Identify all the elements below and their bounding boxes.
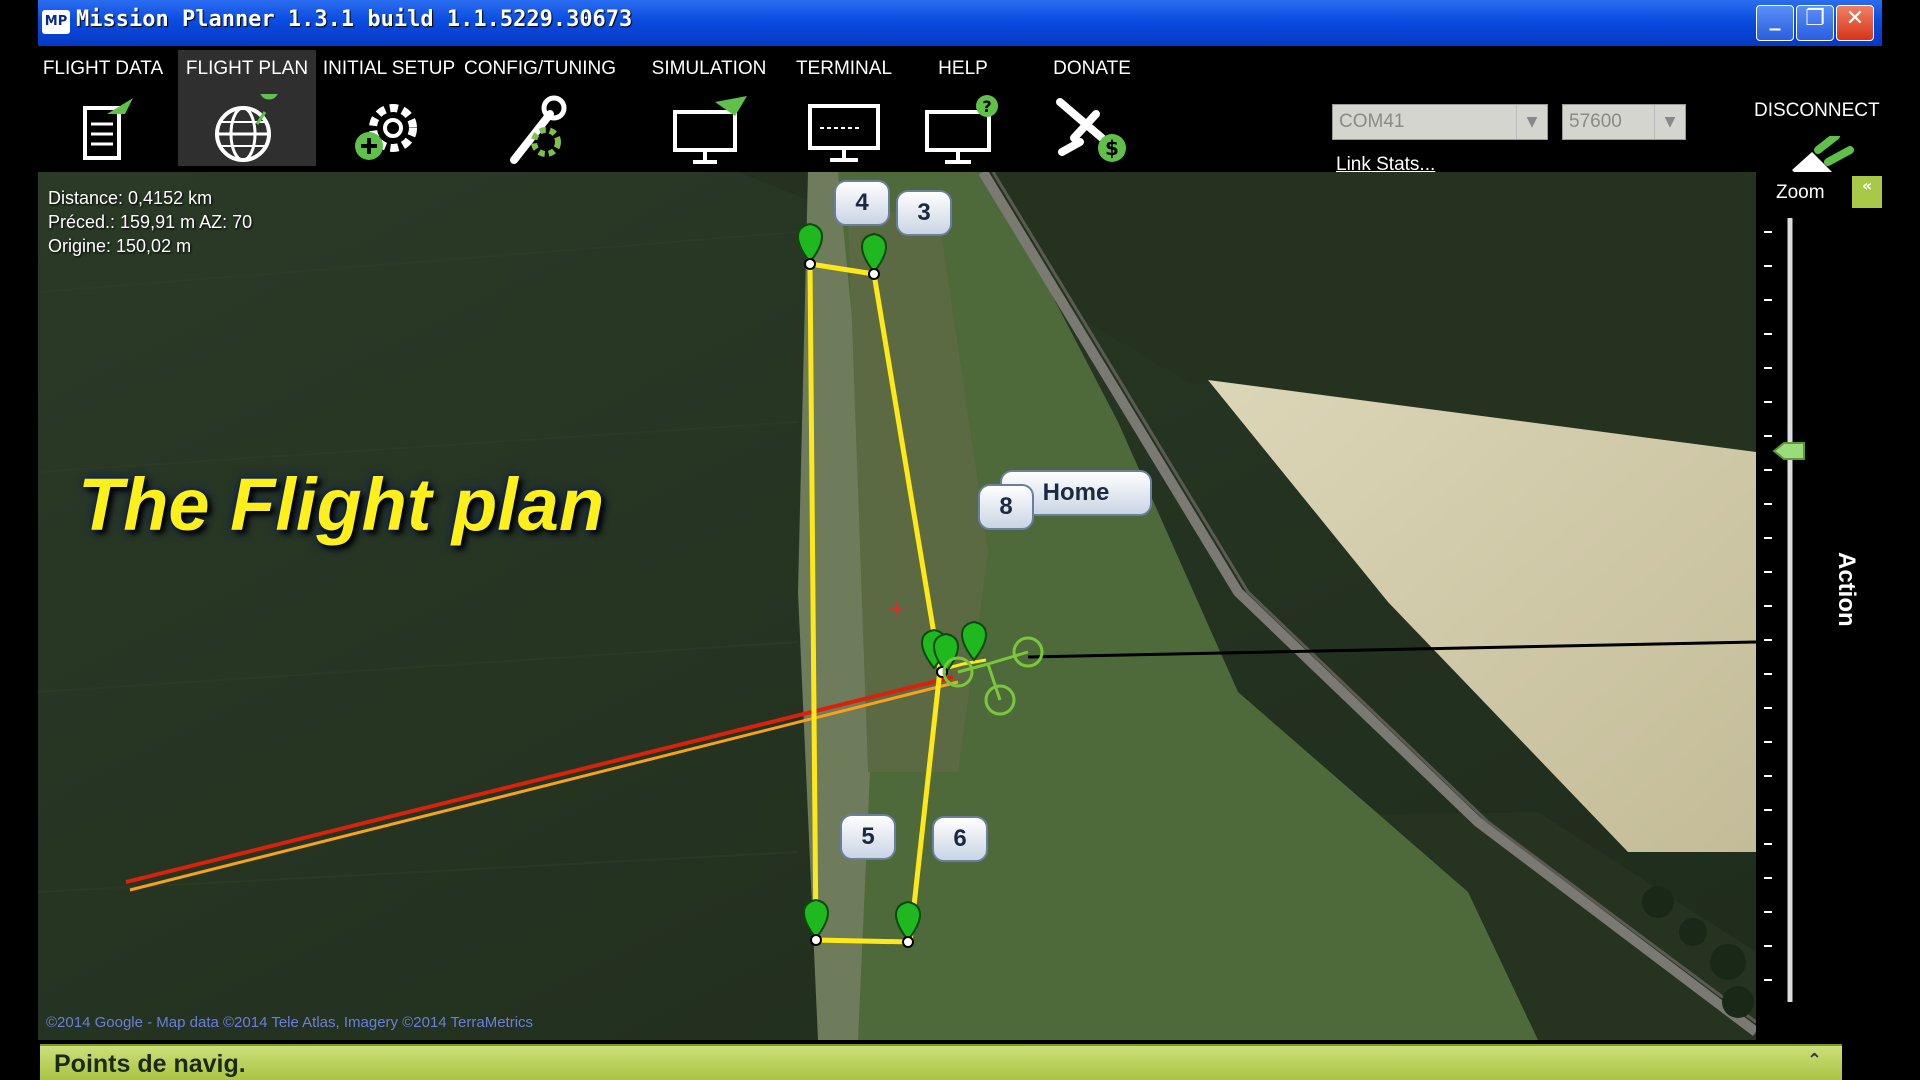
title-bar: MP Mission Planner 1.3.1 build 1.1.5229.… (38, 0, 1882, 46)
menu-help[interactable]: HELP ? (908, 50, 1018, 166)
mission-planner-window: MP Mission Planner 1.3.1 build 1.1.5229.… (38, 0, 1882, 1080)
menu-flight-data[interactable]: FLIGHT DATA (38, 50, 168, 166)
zoom-label: Zoom (1776, 182, 1825, 203)
chevron-down-icon: ▼ (1654, 105, 1685, 139)
chevron-down-icon: ▼ (1516, 105, 1547, 139)
globe-pin-icon (215, 94, 278, 162)
distance-text: Distance: 0,4152 km (48, 188, 213, 208)
collapse-panel-button[interactable]: « (1852, 176, 1882, 208)
menu-help-label: HELP (938, 58, 988, 79)
com-port-select[interactable]: COM41 ▼ (1332, 104, 1548, 140)
menu-terminal[interactable]: TERMINAL (784, 50, 904, 166)
svg-text:$: $ (1105, 136, 1119, 160)
home-distance-text: Origine: 150,02 m (48, 236, 192, 256)
previous-leg-text: Préced.: 159,91 m AZ: 70 (48, 212, 253, 232)
monitor-plane-icon (673, 96, 747, 164)
waypoint-label-3[interactable]: 3 (896, 190, 952, 236)
main-menu-bar: FLIGHT DATA FLIGHT PLAN INITIAL SETUP CO… (38, 46, 1882, 204)
waypoint-label-8[interactable]: 8 (978, 484, 1034, 530)
waypoints-panel-bar[interactable]: Points de navig. ⌃ (40, 1044, 1842, 1080)
disconnect-label[interactable]: DISCONNECT (1754, 100, 1880, 122)
menu-initial-setup[interactable]: INITIAL SETUP (322, 50, 456, 166)
map-copyright: ©2014 Google - Map data ©2014 Tele Atlas… (46, 1014, 534, 1031)
monitor-help-icon: ? (925, 95, 998, 164)
menu-terminal-label: TERMINAL (795, 58, 893, 79)
clipboard-plane-icon (83, 98, 133, 160)
zoom-panel: Zoom « Action (1756, 172, 1882, 1040)
menu-initial-setup-label: INITIAL SETUP (322, 58, 456, 79)
waypoint-label-5[interactable]: 5 (840, 814, 896, 860)
terminal-monitor-icon (808, 104, 880, 162)
baud-rate-value: 57600 (1569, 111, 1622, 132)
menu-simulation-label: SIMULATION (651, 58, 767, 79)
gear-plus-icon (355, 104, 417, 160)
menu-config-tuning-label: CONFIG/TUNING (464, 58, 616, 79)
overlay-title: The Flight plan (78, 463, 605, 546)
window-title: Mission Planner 1.3.1 build 1.1.5229.306… (76, 7, 633, 32)
action-tab[interactable]: Action (1832, 552, 1860, 627)
menu-config-tuning[interactable]: CONFIG/TUNING (464, 50, 616, 166)
menu-flight-plan[interactable]: FLIGHT PLAN (178, 50, 316, 166)
map-view[interactable]: Distance: 0,4152 km Préced.: 159,91 m AZ… (38, 172, 1756, 1040)
minimize-button[interactable]: _ (1756, 5, 1794, 41)
satellite-map[interactable] (38, 172, 1756, 1040)
menu-donate-label: DONATE (1053, 58, 1131, 79)
menu-flight-data-label: FLIGHT DATA (42, 58, 164, 79)
menu-donate[interactable]: DONATE $ (1032, 50, 1152, 166)
waypoint-label-4[interactable]: 4 (834, 180, 890, 226)
zoom-slider-thumb (1772, 442, 1805, 460)
menu-simulation[interactable]: SIMULATION (634, 50, 784, 166)
menu-flight-plan-label: FLIGHT PLAN (185, 58, 309, 79)
wrench-gear-icon (510, 95, 567, 164)
waypoints-panel-title: Points de navig. (54, 1050, 246, 1078)
distance-info: Distance: 0,4152 km Préced.: 159,91 m AZ… (48, 186, 252, 258)
plane-dollar-icon: $ (1056, 98, 1126, 162)
expand-icon[interactable]: ⌃ (1807, 1050, 1822, 1071)
app-icon: MP (42, 10, 70, 34)
close-button[interactable]: ✕ (1836, 5, 1874, 41)
svg-text:?: ? (982, 97, 991, 116)
com-port-value: COM41 (1339, 111, 1405, 132)
maximize-button[interactable]: ❐ (1796, 5, 1834, 41)
baud-rate-select[interactable]: 57600 ▼ (1562, 104, 1686, 140)
waypoint-label-6[interactable]: 6 (932, 816, 988, 862)
